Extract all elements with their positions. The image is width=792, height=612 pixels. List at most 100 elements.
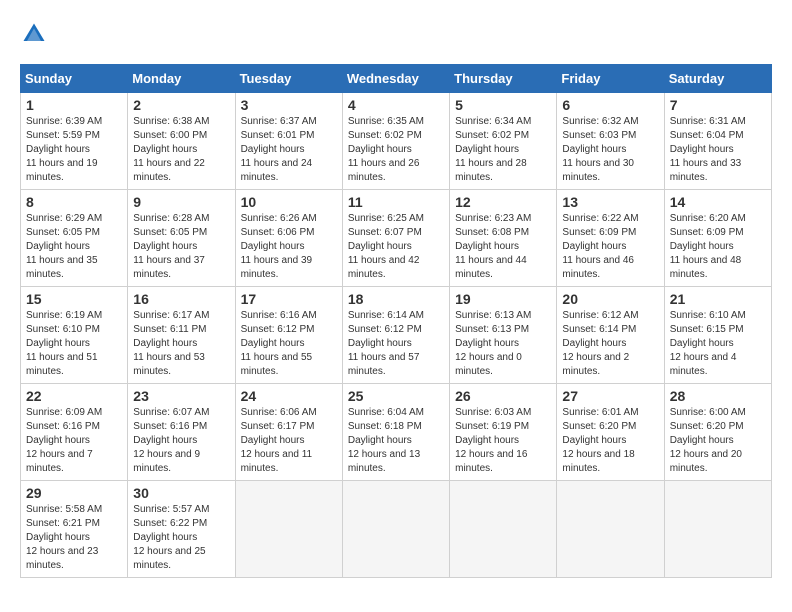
calendar-row: 22 Sunrise: 6:09 AMSunset: 6:16 PMDaylig… [21,384,772,481]
day-number: 3 [241,97,337,113]
calendar-cell: 2 Sunrise: 6:38 AMSunset: 6:00 PMDayligh… [128,93,235,190]
calendar-cell [450,481,557,578]
day-info: Sunrise: 6:10 AMSunset: 6:15 PMDaylight … [670,310,746,377]
day-info: Sunrise: 6:34 AMSunset: 6:02 PMDaylight … [455,116,531,183]
weekday-header: Monday [128,65,235,93]
calendar-cell: 3 Sunrise: 6:37 AMSunset: 6:01 PMDayligh… [235,93,342,190]
calendar-cell: 26 Sunrise: 6:03 AMSunset: 6:19 PMDaylig… [450,384,557,481]
day-info: Sunrise: 6:28 AMSunset: 6:05 PMDaylight … [133,213,209,280]
calendar-cell: 7 Sunrise: 6:31 AMSunset: 6:04 PMDayligh… [664,93,771,190]
day-info: Sunrise: 6:39 AMSunset: 5:59 PMDaylight … [26,116,102,183]
day-info: Sunrise: 6:32 AMSunset: 6:03 PMDaylight … [562,116,638,183]
day-number: 10 [241,194,337,210]
day-info: Sunrise: 6:13 AMSunset: 6:13 PMDaylight … [455,310,531,377]
day-info: Sunrise: 6:14 AMSunset: 6:12 PMDaylight … [348,310,424,377]
weekday-header: Wednesday [342,65,449,93]
calendar-row: 15 Sunrise: 6:19 AMSunset: 6:10 PMDaylig… [21,287,772,384]
day-info: Sunrise: 6:07 AMSunset: 6:16 PMDaylight … [133,407,209,474]
calendar-cell: 13 Sunrise: 6:22 AMSunset: 6:09 PMDaylig… [557,190,664,287]
day-info: Sunrise: 6:01 AMSunset: 6:20 PMDaylight … [562,407,638,474]
weekday-header: Saturday [664,65,771,93]
day-number: 15 [26,291,122,307]
day-number: 13 [562,194,658,210]
day-info: Sunrise: 6:06 AMSunset: 6:17 PMDaylight … [241,407,317,474]
calendar-cell: 22 Sunrise: 6:09 AMSunset: 6:16 PMDaylig… [21,384,128,481]
day-info: Sunrise: 5:58 AMSunset: 6:21 PMDaylight … [26,504,102,571]
day-info: Sunrise: 6:35 AMSunset: 6:02 PMDaylight … [348,116,424,183]
logo-icon [20,20,48,48]
day-number: 25 [348,388,444,404]
calendar-cell: 18 Sunrise: 6:14 AMSunset: 6:12 PMDaylig… [342,287,449,384]
calendar-cell: 29 Sunrise: 5:58 AMSunset: 6:21 PMDaylig… [21,481,128,578]
calendar-cell: 6 Sunrise: 6:32 AMSunset: 6:03 PMDayligh… [557,93,664,190]
calendar-cell [235,481,342,578]
day-number: 19 [455,291,551,307]
calendar-cell: 24 Sunrise: 6:06 AMSunset: 6:17 PMDaylig… [235,384,342,481]
calendar-cell: 30 Sunrise: 5:57 AMSunset: 6:22 PMDaylig… [128,481,235,578]
day-info: Sunrise: 6:17 AMSunset: 6:11 PMDaylight … [133,310,209,377]
day-info: Sunrise: 6:25 AMSunset: 6:07 PMDaylight … [348,213,424,280]
day-info: Sunrise: 6:31 AMSunset: 6:04 PMDaylight … [670,116,746,183]
day-number: 26 [455,388,551,404]
day-number: 4 [348,97,444,113]
day-number: 1 [26,97,122,113]
weekday-header: Friday [557,65,664,93]
weekday-header: Thursday [450,65,557,93]
day-info: Sunrise: 6:23 AMSunset: 6:08 PMDaylight … [455,213,531,280]
day-number: 11 [348,194,444,210]
day-info: Sunrise: 6:22 AMSunset: 6:09 PMDaylight … [562,213,638,280]
day-number: 16 [133,291,229,307]
calendar-cell: 9 Sunrise: 6:28 AMSunset: 6:05 PMDayligh… [128,190,235,287]
weekday-header-row: SundayMondayTuesdayWednesdayThursdayFrid… [21,65,772,93]
weekday-header: Sunday [21,65,128,93]
day-number: 12 [455,194,551,210]
day-info: Sunrise: 6:26 AMSunset: 6:06 PMDaylight … [241,213,317,280]
calendar-cell: 15 Sunrise: 6:19 AMSunset: 6:10 PMDaylig… [21,287,128,384]
day-number: 22 [26,388,122,404]
calendar-cell: 14 Sunrise: 6:20 AMSunset: 6:09 PMDaylig… [664,190,771,287]
calendar-row: 29 Sunrise: 5:58 AMSunset: 6:21 PMDaylig… [21,481,772,578]
calendar-cell: 20 Sunrise: 6:12 AMSunset: 6:14 PMDaylig… [557,287,664,384]
day-number: 30 [133,485,229,501]
calendar-cell: 4 Sunrise: 6:35 AMSunset: 6:02 PMDayligh… [342,93,449,190]
day-number: 23 [133,388,229,404]
day-number: 8 [26,194,122,210]
calendar-cell: 1 Sunrise: 6:39 AMSunset: 5:59 PMDayligh… [21,93,128,190]
logo [20,20,52,48]
calendar-row: 1 Sunrise: 6:39 AMSunset: 5:59 PMDayligh… [21,93,772,190]
calendar-cell [342,481,449,578]
day-number: 27 [562,388,658,404]
day-number: 18 [348,291,444,307]
day-number: 14 [670,194,766,210]
day-number: 20 [562,291,658,307]
calendar-cell: 10 Sunrise: 6:26 AMSunset: 6:06 PMDaylig… [235,190,342,287]
calendar-cell: 21 Sunrise: 6:10 AMSunset: 6:15 PMDaylig… [664,287,771,384]
day-info: Sunrise: 6:29 AMSunset: 6:05 PMDaylight … [26,213,102,280]
calendar-cell: 12 Sunrise: 6:23 AMSunset: 6:08 PMDaylig… [450,190,557,287]
day-number: 9 [133,194,229,210]
day-info: Sunrise: 5:57 AMSunset: 6:22 PMDaylight … [133,504,209,571]
day-info: Sunrise: 6:09 AMSunset: 6:16 PMDaylight … [26,407,102,474]
day-info: Sunrise: 6:12 AMSunset: 6:14 PMDaylight … [562,310,638,377]
day-number: 6 [562,97,658,113]
day-number: 29 [26,485,122,501]
day-info: Sunrise: 6:00 AMSunset: 6:20 PMDaylight … [670,407,746,474]
calendar-cell: 8 Sunrise: 6:29 AMSunset: 6:05 PMDayligh… [21,190,128,287]
calendar-cell: 16 Sunrise: 6:17 AMSunset: 6:11 PMDaylig… [128,287,235,384]
page-header [20,20,772,48]
day-number: 28 [670,388,766,404]
day-info: Sunrise: 6:38 AMSunset: 6:00 PMDaylight … [133,116,209,183]
day-info: Sunrise: 6:16 AMSunset: 6:12 PMDaylight … [241,310,317,377]
calendar-table: SundayMondayTuesdayWednesdayThursdayFrid… [20,64,772,578]
day-number: 24 [241,388,337,404]
day-number: 5 [455,97,551,113]
calendar-cell: 25 Sunrise: 6:04 AMSunset: 6:18 PMDaylig… [342,384,449,481]
day-number: 7 [670,97,766,113]
day-number: 2 [133,97,229,113]
day-number: 17 [241,291,337,307]
calendar-cell: 17 Sunrise: 6:16 AMSunset: 6:12 PMDaylig… [235,287,342,384]
calendar-cell: 5 Sunrise: 6:34 AMSunset: 6:02 PMDayligh… [450,93,557,190]
calendar-cell: 27 Sunrise: 6:01 AMSunset: 6:20 PMDaylig… [557,384,664,481]
calendar-row: 8 Sunrise: 6:29 AMSunset: 6:05 PMDayligh… [21,190,772,287]
calendar-cell: 11 Sunrise: 6:25 AMSunset: 6:07 PMDaylig… [342,190,449,287]
